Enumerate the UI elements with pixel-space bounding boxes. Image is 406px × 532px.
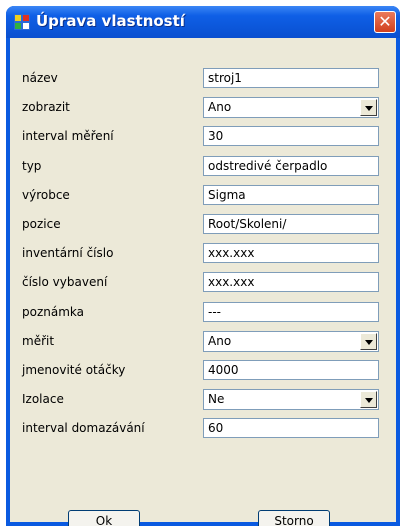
field-value: 4000 bbox=[208, 363, 239, 377]
field-label: interval měření bbox=[22, 129, 114, 143]
field-label: inventární číslo bbox=[22, 246, 114, 260]
dialog-window: Úprava vlastností ✕ název stroj1 zobrazit A… bbox=[6, 6, 400, 526]
dropdown-field[interactable]: Ne bbox=[203, 389, 379, 410]
text-field[interactable]: 30 bbox=[203, 126, 379, 146]
ok-button[interactable]: Ok bbox=[68, 510, 140, 526]
close-icon: ✕ bbox=[378, 12, 392, 31]
text-field[interactable]: Root/Skoleni/ bbox=[203, 214, 379, 234]
text-field[interactable]: xxx.xxx bbox=[203, 272, 379, 292]
window-title: Úprava vlastností bbox=[36, 12, 185, 30]
text-field[interactable]: xxx.xxx bbox=[203, 243, 379, 263]
field-value: stroj1 bbox=[208, 71, 242, 85]
dialog-body: název stroj1 zobrazit Ano interval měření 30 t… bbox=[10, 38, 396, 526]
text-field[interactable]: 4000 bbox=[203, 360, 379, 380]
text-field[interactable]: Sigma bbox=[203, 185, 379, 205]
chevron-down-icon[interactable] bbox=[360, 99, 377, 116]
field-value: xxx.xxx bbox=[208, 275, 255, 289]
ok-accelerator: O bbox=[95, 514, 106, 526]
text-field[interactable]: 60 bbox=[203, 418, 379, 438]
field-value: Ano bbox=[208, 334, 232, 348]
title-bar[interactable]: Úprava vlastností ✕ bbox=[6, 6, 400, 38]
storno-button[interactable]: Storno bbox=[258, 510, 330, 526]
storno-accelerator: S bbox=[274, 514, 282, 526]
field-value: Ano bbox=[208, 100, 232, 114]
text-field[interactable]: odstredivé čerpadlo bbox=[203, 156, 379, 176]
dropdown-field[interactable]: Ano bbox=[203, 331, 379, 352]
ok-label: k bbox=[105, 514, 113, 526]
field-label: interval domazávání bbox=[22, 421, 145, 435]
text-field[interactable]: --- bbox=[203, 302, 379, 322]
field-label: jmenovité otáčky bbox=[22, 363, 126, 377]
dropdown-field[interactable]: Ano bbox=[203, 97, 379, 118]
field-value: Root/Skoleni/ bbox=[208, 217, 287, 231]
field-value: odstredivé čerpadlo bbox=[208, 159, 328, 173]
field-value: --- bbox=[208, 305, 221, 319]
field-label: zobrazit bbox=[22, 100, 70, 114]
field-label: výrobce bbox=[22, 188, 70, 202]
field-value: Sigma bbox=[208, 188, 246, 202]
chevron-down-icon[interactable] bbox=[360, 391, 377, 408]
close-button[interactable]: ✕ bbox=[374, 11, 396, 33]
field-label: název bbox=[22, 71, 58, 85]
field-label: číslo vybavení bbox=[22, 275, 108, 289]
field-label: poznámka bbox=[22, 305, 84, 319]
field-value: 60 bbox=[208, 421, 224, 435]
field-label: typ bbox=[22, 159, 42, 173]
field-label: měřit bbox=[22, 334, 55, 348]
storno-label: torno bbox=[281, 514, 314, 526]
field-value: Ne bbox=[208, 392, 225, 406]
text-field[interactable]: stroj1 bbox=[203, 68, 379, 88]
field-value: xxx.xxx bbox=[208, 246, 255, 260]
field-label: Izolace bbox=[22, 392, 64, 406]
field-label: pozice bbox=[22, 217, 61, 231]
field-value: 30 bbox=[208, 129, 224, 143]
properties-icon bbox=[14, 14, 30, 30]
chevron-down-icon[interactable] bbox=[360, 333, 377, 350]
